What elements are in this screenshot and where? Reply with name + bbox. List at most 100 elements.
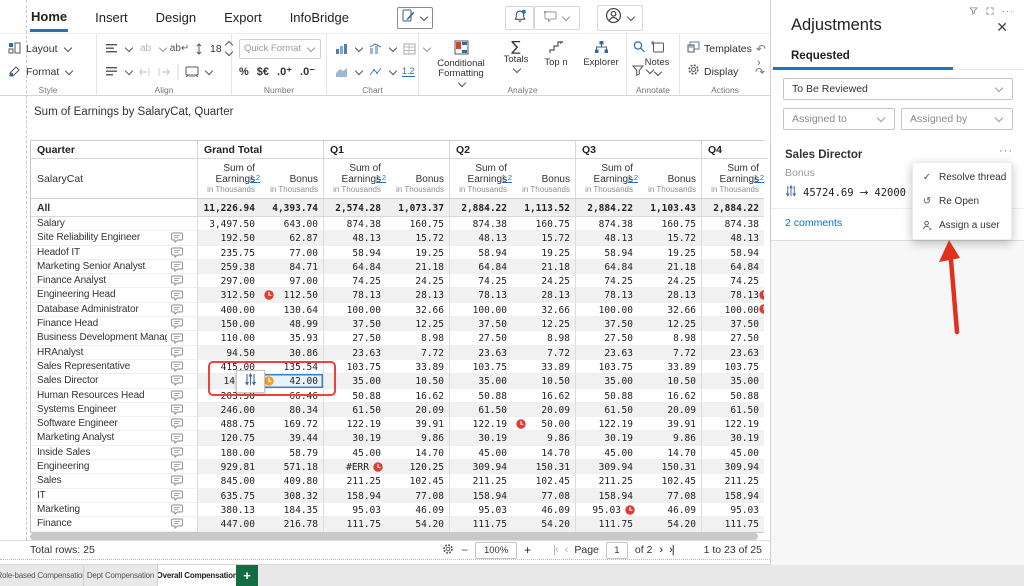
data-cell[interactable]: 102.45: [638, 474, 701, 489]
data-cell[interactable]: 30.19: [323, 431, 386, 446]
data-cell[interactable]: 929.81: [197, 460, 260, 475]
data-cell[interactable]: 112.50: [260, 288, 323, 303]
data-cell[interactable]: 8.98: [638, 331, 701, 346]
row-header[interactable]: Sales Representative: [31, 360, 167, 375]
next-page-button[interactable]: ›: [659, 544, 663, 556]
data-cell[interactable]: 58.94: [575, 245, 638, 260]
panel-expand-icon[interactable]: [986, 2, 994, 20]
row-comment-indicator[interactable]: [167, 274, 197, 289]
data-cell[interactable]: 2,884.22: [449, 199, 512, 217]
data-cell[interactable]: 50.88: [575, 388, 638, 403]
data-cell[interactable]: 97.00: [260, 274, 323, 289]
table-settings-gear-icon[interactable]: [442, 543, 454, 558]
data-cell[interactable]: 16.62: [386, 389, 449, 403]
data-cell[interactable]: 77.08: [512, 488, 575, 503]
bar-chart-icon[interactable]: [334, 43, 349, 55]
data-cell[interactable]: 216.78: [260, 517, 323, 532]
data-cell[interactable]: 12.25: [386, 317, 449, 332]
data-cell[interactable]: 46.09: [386, 503, 449, 518]
menu-infobridge[interactable]: InfoBridge: [289, 3, 350, 30]
data-cell[interactable]: 32.66: [638, 303, 701, 318]
data-cell[interactable]: 19.25: [638, 246, 701, 260]
assigned-by-select[interactable]: Assigned by: [901, 108, 1013, 130]
data-cell[interactable]: 62.87: [260, 231, 323, 246]
menu-item-resolve-thread[interactable]: ✓ Resolve thread: [913, 165, 1011, 189]
data-cell[interactable]: 64.84: [575, 259, 638, 275]
data-cell[interactable]: 12.25: [638, 317, 701, 332]
data-cell[interactable]: 10.50: [638, 374, 701, 389]
data-cell[interactable]: 103.75: [323, 359, 386, 375]
data-cell[interactable]: 4,393.74: [260, 199, 323, 217]
data-cell[interactable]: 571.18: [260, 460, 323, 475]
zoom-in-button[interactable]: +: [524, 543, 531, 557]
data-cell[interactable]: 64.84: [323, 259, 386, 275]
data-cell[interactable]: #ERR: [323, 460, 386, 475]
data-cell[interactable]: 7.72: [638, 345, 701, 360]
data-cell[interactable]: 12.25: [512, 317, 575, 332]
data-cell[interactable]: 309.94: [575, 460, 638, 475]
data-cell[interactable]: 160.75: [512, 217, 575, 232]
data-cell[interactable]: 50.88: [701, 388, 764, 403]
data-cell[interactable]: 1,073.37: [386, 199, 449, 217]
currency-format-button[interactable]: $€: [257, 66, 269, 78]
data-cell[interactable]: 45.00: [323, 445, 386, 461]
zoom-out-button[interactable]: −: [461, 543, 468, 557]
card-overflow-icon[interactable]: ···: [999, 145, 1013, 157]
data-cell[interactable]: 259.38: [197, 259, 260, 275]
data-cell[interactable]: 35.00: [575, 374, 638, 389]
data-cell[interactable]: 50.88: [449, 388, 512, 403]
data-cell[interactable]: 94.50: [197, 345, 260, 360]
row-comment-indicator[interactable]: [167, 231, 197, 246]
data-cell[interactable]: 10.50: [386, 374, 449, 389]
data-cell[interactable]: 15.72: [512, 231, 575, 246]
data-cell[interactable]: 54.20: [386, 517, 449, 532]
row-comment-indicator[interactable]: [167, 517, 197, 532]
row-comment-indicator[interactable]: [167, 460, 197, 475]
row-header[interactable]: Human Resources Head: [31, 389, 167, 403]
data-cell[interactable]: 77.08: [386, 488, 449, 503]
data-cell[interactable]: 192.50: [197, 231, 260, 246]
data-cell[interactable]: 8.98: [512, 331, 575, 346]
data-cell[interactable]: 95.03: [575, 502, 638, 518]
row-comment-indicator[interactable]: [167, 403, 197, 418]
data-cell[interactable]: 874.38: [323, 217, 386, 232]
data-cell[interactable]: 309.94: [449, 460, 512, 475]
data-cell[interactable]: 3,497.50: [197, 217, 260, 232]
data-cell[interactable]: 45.00: [449, 445, 512, 461]
data-cell[interactable]: 158.94: [575, 488, 638, 503]
column-header-grand-total[interactable]: Grand Total: [197, 141, 323, 159]
row-comment-indicator[interactable]: [167, 417, 197, 432]
data-cell[interactable]: 19.25: [512, 246, 575, 260]
data-cell[interactable]: 28.13: [638, 288, 701, 303]
data-cell[interactable]: 58.94: [323, 245, 386, 260]
data-cell[interactable]: 37.50: [323, 317, 386, 332]
data-cell[interactable]: 7.72: [386, 345, 449, 360]
column-header-q3[interactable]: Q3: [575, 141, 701, 159]
row-header[interactable]: Marketing Senior Analyst: [31, 260, 167, 275]
menu-item-re-open[interactable]: ↺ Re Open: [913, 189, 1011, 213]
close-panel-icon[interactable]: ✕: [996, 20, 1008, 34]
data-cell[interactable]: 46.09: [512, 503, 575, 518]
measure-header-sum-of-earnings[interactable]: Sum of Earnings in Thousands 1.2: [449, 159, 512, 199]
data-cell[interactable]: 15.72: [386, 231, 449, 246]
edit-mode-button[interactable]: [397, 7, 433, 29]
row-header[interactable]: Database Administrator: [31, 303, 167, 318]
data-cell[interactable]: 95.03: [323, 502, 386, 518]
row-header[interactable]: Marketing Analyst: [31, 431, 167, 446]
row-header[interactable]: HRAnalyst: [31, 346, 167, 360]
data-cell[interactable]: 110.00: [197, 331, 260, 346]
data-cell[interactable]: 30.19: [575, 431, 638, 446]
data-cell[interactable]: 635.75: [197, 488, 260, 503]
data-cell[interactable]: 74.25: [449, 274, 512, 289]
data-cell[interactable]: 874.38: [701, 217, 764, 232]
data-cell[interactable]: 158.94: [323, 488, 386, 503]
row-header[interactable]: Finance: [31, 517, 167, 532]
data-cell[interactable]: 211.25: [323, 474, 386, 489]
data-cell[interactable]: 308.32: [260, 488, 323, 503]
row-comment-indicator[interactable]: [167, 503, 197, 518]
data-cell[interactable]: 23.63: [449, 345, 512, 360]
data-cell[interactable]: 19.25: [386, 246, 449, 260]
row-comment-indicator[interactable]: [167, 489, 197, 503]
add-comment-button[interactable]: [534, 6, 580, 30]
menu-home[interactable]: Home: [30, 2, 69, 32]
